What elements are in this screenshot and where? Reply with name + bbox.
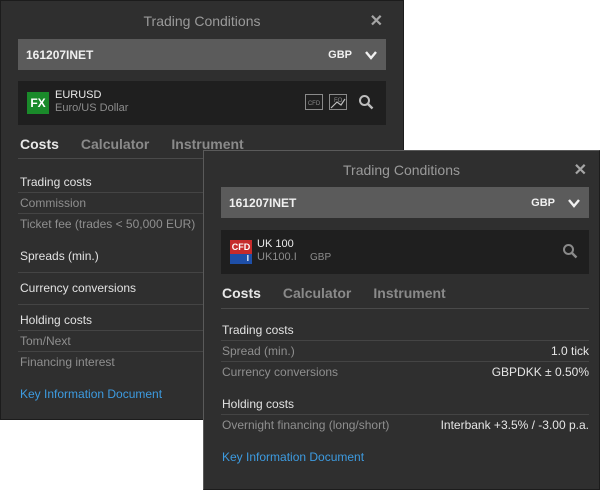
account-currency: GBP: [531, 196, 555, 209]
divider: [18, 213, 218, 214]
tab-calculator[interactable]: Calculator: [81, 136, 149, 152]
instrument-card[interactable]: CFD I UK 100 UK100.I GBP: [221, 230, 589, 274]
holding-costs-heading: Holding costs: [20, 313, 93, 327]
search-icon[interactable]: [562, 243, 578, 259]
tab-costs[interactable]: Costs: [20, 136, 59, 152]
divider: [18, 304, 218, 305]
account-currency: GBP: [328, 48, 352, 61]
key-information-document-link[interactable]: Key Information Document: [222, 450, 364, 464]
spread-value: 1.0 tick: [550, 344, 589, 358]
fx-badge-icon: FX: [27, 92, 49, 114]
search-icon[interactable]: [358, 94, 374, 110]
overnight-financing-label: Overnight financing (long/short): [222, 418, 390, 432]
account-id: 161207INET: [26, 47, 94, 62]
divider: [18, 351, 218, 352]
instrument-symbol: UK 100: [257, 238, 294, 250]
svg-text:CFD: CFD: [308, 101, 321, 107]
instrument-card[interactable]: FX EURUSD Euro/US Dollar CFD FO: [18, 81, 386, 125]
divider: [221, 308, 589, 309]
instrument-currency: GBP: [310, 252, 332, 263]
spread-label: Spread (min.): [222, 344, 295, 358]
divider: [221, 340, 589, 341]
close-icon[interactable]: ✕: [370, 11, 383, 31]
divider: [18, 330, 218, 331]
spreads-label: Spreads (min.): [20, 249, 99, 263]
tab-calculator[interactable]: Calculator: [283, 285, 351, 301]
divider: [18, 272, 218, 273]
tab-costs[interactable]: Costs: [222, 285, 261, 301]
overnight-financing-row: Overnight financing (long/short) Interba…: [222, 418, 589, 432]
currency-conversions-row: Currency conversions GBPDKK ± 0.50%: [222, 365, 589, 379]
trading-conditions-panel-front: Trading Conditions ✕ 161207INET GBP CFD …: [203, 150, 600, 490]
trading-costs-heading: Trading costs: [20, 175, 92, 189]
instrument-description: Euro/US Dollar: [55, 102, 129, 114]
commission-label: Commission: [20, 196, 87, 210]
key-information-document-link[interactable]: Key Information Document: [20, 387, 162, 401]
instrument-symbol: EURUSD: [55, 89, 102, 101]
chevron-down-icon: [568, 198, 580, 208]
divider: [221, 361, 589, 362]
panel-title: Trading Conditions: [343, 162, 460, 178]
cfd-icon[interactable]: CFD: [305, 94, 323, 110]
currency-conversions-value: GBPDKK ± 0.50%: [491, 365, 589, 379]
tom-next-label: Tom/Next: [20, 334, 71, 348]
overnight-financing-value: Interbank +3.5% / -3.00 p.a.: [440, 418, 589, 432]
account-selector[interactable]: 161207INET GBP: [221, 187, 589, 218]
tab-bar: Costs Calculator Instrument: [222, 285, 468, 301]
spread-row: Spread (min.) 1.0 tick: [222, 344, 589, 358]
chart-icon[interactable]: FO: [329, 94, 347, 110]
tab-instrument[interactable]: Instrument: [373, 285, 445, 301]
ticket-fee-label: Ticket fee (trades < 50,000 EUR): [20, 217, 196, 231]
account-selector[interactable]: 161207INET GBP: [18, 39, 386, 70]
currency-conversions-label: Currency conversions: [20, 281, 137, 295]
divider: [221, 414, 589, 415]
panel-title: Trading Conditions: [143, 13, 261, 29]
cfd-index-badge-icon: CFD I: [230, 240, 252, 264]
holding-costs-heading: Holding costs: [222, 397, 295, 411]
financing-interest-label: Financing interest: [20, 355, 115, 369]
divider: [18, 192, 218, 193]
account-id: 161207INET: [229, 195, 297, 210]
chevron-down-icon: [365, 50, 377, 60]
close-icon[interactable]: ✕: [574, 160, 587, 180]
instrument-description: UK100.I: [257, 251, 297, 263]
currency-conversions-label: Currency conversions: [222, 365, 339, 379]
trading-costs-heading: Trading costs: [222, 323, 294, 337]
